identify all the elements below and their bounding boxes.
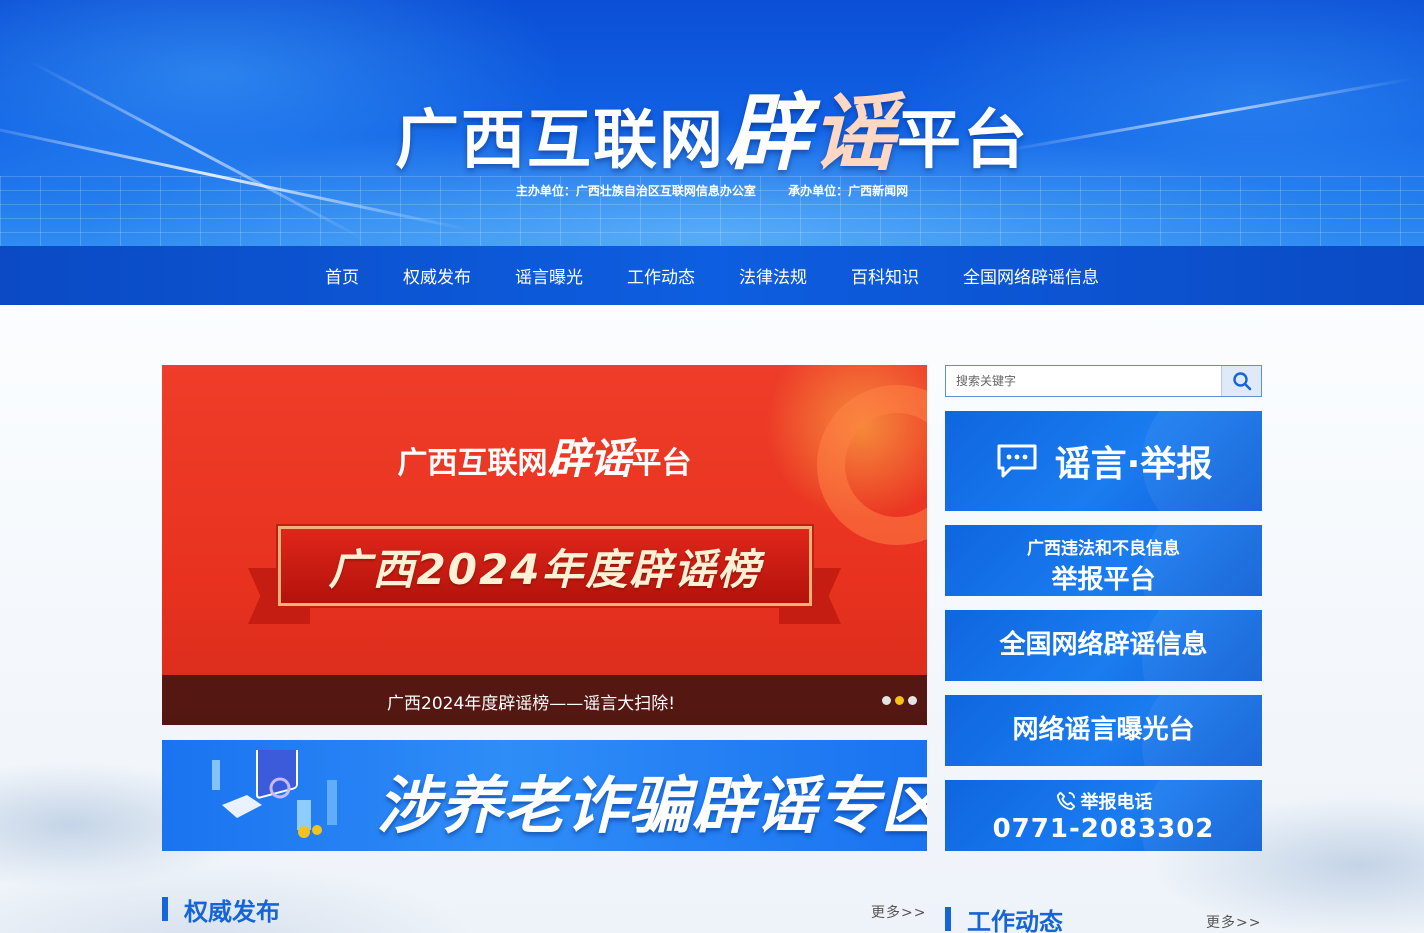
- nav-item-rumor-exposure[interactable]: 谣言曝光: [515, 263, 583, 288]
- phone-icon: [1056, 791, 1075, 811]
- carousel-headline-ribbon: 广西2024年度辟谣榜: [278, 526, 812, 606]
- site-title: 广西互联网辟谣平台: [394, 88, 1030, 181]
- hotline-label: 举报电话: [1080, 792, 1153, 813]
- chat-bubble-icon: [997, 444, 1037, 478]
- search-box: [945, 365, 1262, 397]
- banner-title: 涉养老诈骗辟谣专区: [377, 769, 927, 842]
- hotline-header: 举报电话: [945, 788, 1262, 814]
- hotline-box[interactable]: 举报电话 0771-2083302: [945, 780, 1262, 851]
- carousel-caption-bar: 广西2024年度辟谣榜——谣言大扫除!: [162, 675, 927, 725]
- nav-item-encyclopedia[interactable]: 百科知识: [851, 263, 919, 288]
- section-header-work-news: 工作动态: [945, 904, 1063, 933]
- carousel-headline: 广西2024年度辟谣榜: [328, 544, 762, 594]
- more-link-authoritative[interactable]: 更多>>: [871, 902, 926, 922]
- search-button[interactable]: [1221, 366, 1261, 396]
- hotline-number: 0771-2083302: [992, 814, 1215, 844]
- isometric-tech-illustration: [212, 750, 337, 838]
- carousel-dot[interactable]: [882, 696, 891, 705]
- section-accent-bar: [945, 907, 951, 931]
- section-accent-bar: [162, 897, 168, 921]
- section-header-authoritative: 权威发布: [162, 894, 280, 926]
- search-icon: [1232, 372, 1251, 391]
- carousel-logo: 广西互联网辟谣平台: [397, 437, 692, 483]
- carousel-dots: [882, 696, 917, 705]
- nav-item-authoritative[interactable]: 权威发布: [403, 263, 471, 288]
- national-debunk-label: 全国网络辟谣信息: [999, 630, 1208, 660]
- nav-item-work-news[interactable]: 工作动态: [627, 263, 695, 288]
- hero-carousel[interactable]: 广西互联网辟谣平台 广西2024年度辟谣榜 广西2024年度辟谣榜——谣言大扫除…: [162, 365, 927, 725]
- illegal-info-report-button[interactable]: 广西违法和不良信息 举报平台: [945, 525, 1262, 596]
- main-nav: 首页 权威发布 谣言曝光 工作动态 法律法规 百科知识 全国网络辟谣信息: [0, 246, 1424, 305]
- rumor-report-label: 谣言·举报: [1054, 444, 1213, 485]
- elderly-fraud-banner[interactable]: 涉养老诈骗辟谣专区: [162, 740, 927, 851]
- carousel-dot[interactable]: [908, 696, 917, 705]
- site-header: 广西互联网辟谣平台 主办单位：广西壮族自治区互联网信息办公室 承办单位：广西新闻…: [0, 0, 1424, 246]
- section-title-authoritative: 权威发布: [184, 897, 280, 926]
- carousel-dot-active[interactable]: [895, 696, 904, 705]
- sponsor-text: 主办单位：广西壮族自治区互联网信息办公室: [515, 184, 756, 198]
- rumor-exposure-label: 网络谣言曝光台: [1012, 715, 1195, 745]
- carousel-caption-link[interactable]: 广西2024年度辟谣榜——谣言大扫除!: [387, 689, 675, 714]
- illegal-info-line2: 举报平台: [1051, 565, 1156, 595]
- more-link-work-news[interactable]: 更多>>: [1206, 912, 1261, 932]
- nav-item-national-debunk[interactable]: 全国网络辟谣信息: [963, 263, 1099, 288]
- nav-item-home[interactable]: 首页: [325, 263, 359, 288]
- nav-item-laws[interactable]: 法律法规: [739, 263, 807, 288]
- rumor-exposure-button[interactable]: 网络谣言曝光台: [945, 695, 1262, 766]
- rumor-report-button[interactable]: 谣言·举报: [945, 411, 1262, 511]
- national-debunk-button[interactable]: 全国网络辟谣信息: [945, 610, 1262, 681]
- illegal-info-line1: 广西违法和不良信息: [1027, 539, 1180, 559]
- search-input[interactable]: [946, 366, 1221, 396]
- section-title-work-news: 工作动态: [967, 907, 1063, 933]
- organizer-text: 承办单位：广西新闻网: [788, 184, 909, 198]
- sponsor-info: 主办单位：广西壮族自治区互联网信息办公室 承办单位：广西新闻网: [0, 182, 1424, 199]
